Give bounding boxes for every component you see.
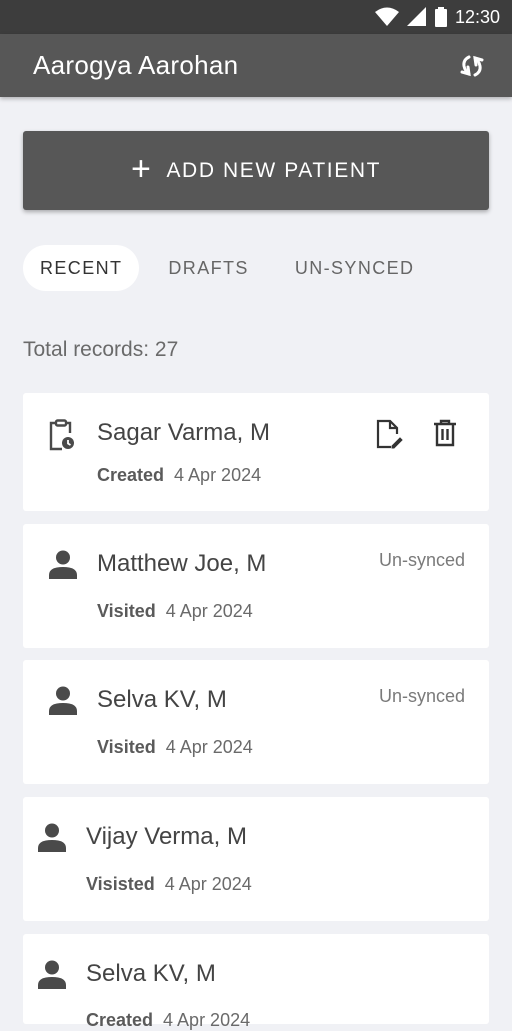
record-meta: Visited 4 Apr 2024 [97,601,253,622]
app-title: Aarogya Aarohan [33,50,239,80]
patient-record-card[interactable]: Sagar Varma, M Created 4 Apr 2024 [23,393,489,511]
patient-record-card[interactable]: Selva KV, M Created 4 Apr 2024 [23,934,489,1030]
tab-un-synced[interactable]: UN-SYNCED [278,245,432,291]
person-icon [49,550,77,579]
clipboard-clock-icon [49,419,74,451]
record-meta: Visisted 4 Apr 2024 [86,874,252,895]
patient-name: Vijay Verma, M [86,823,247,850]
sync-status-badge: Un-synced [378,550,465,570]
record-date: 4 Apr 2024 [165,601,253,621]
record-meta: Created 4 Apr 2024 [97,465,261,486]
record-meta-label: Visisted [86,874,155,894]
record-meta: Visited 4 Apr 2024 [97,737,253,758]
tab-drafts[interactable]: DRAFTS [151,245,265,291]
delete-button[interactable] [433,419,463,449]
patient-name: Selva KV, M [86,960,216,987]
status-time: 12:30 [454,6,500,27]
sync-button[interactable] [456,50,488,82]
add-new-patient-button[interactable]: + ADD NEW PATIENT [23,131,489,210]
record-tabs: RECENT DRAFTS UN-SYNCED [23,245,443,291]
tab-recent[interactable]: RECENT [23,245,140,291]
app-bar: Aarogya Aarohan [0,34,512,97]
person-icon [38,960,66,989]
total-records: Total records: 27 [23,338,179,361]
record-date: 4 Apr 2024 [174,465,262,485]
wifi-icon [374,7,399,26]
patient-name: Matthew Joe, M [97,550,267,577]
record-meta-label: Visited [97,737,156,757]
patient-record-card[interactable]: Vijay Verma, M Visisted 4 Apr 2024 [23,797,489,921]
battery-icon [434,7,447,27]
person-icon [49,686,77,715]
patient-record-card[interactable]: Selva KV, M Un-synced Visited 4 Apr 2024 [23,660,489,784]
record-date: 4 Apr 2024 [165,737,253,757]
trash-icon [434,419,456,447]
patient-name: Selva KV, M [97,686,227,713]
person-icon [38,823,66,852]
edit-document-icon [376,419,403,449]
record-meta-label: Created [86,1010,154,1030]
patient-record-card[interactable]: Matthew Joe, M Un-synced Visited 4 Apr 20… [23,524,489,648]
add-new-patient-label: ADD NEW PATIENT [166,158,382,182]
record-meta-label: Created [97,465,165,485]
signal-icon [406,7,426,26]
patient-name: Sagar Varma, M [97,419,270,446]
record-meta-label: Visited [97,601,156,621]
status-bar: 12:30 [0,0,512,34]
record-date: 4 Apr 2024 [163,1010,251,1030]
plus-icon: + [130,150,153,188]
edit-button[interactable] [375,419,405,449]
sync-icon [460,55,484,76]
record-actions [375,419,463,449]
sync-status-badge: Un-synced [378,686,465,706]
record-date: 4 Apr 2024 [164,874,252,894]
record-meta: Created 4 Apr 2024 [86,1010,250,1031]
